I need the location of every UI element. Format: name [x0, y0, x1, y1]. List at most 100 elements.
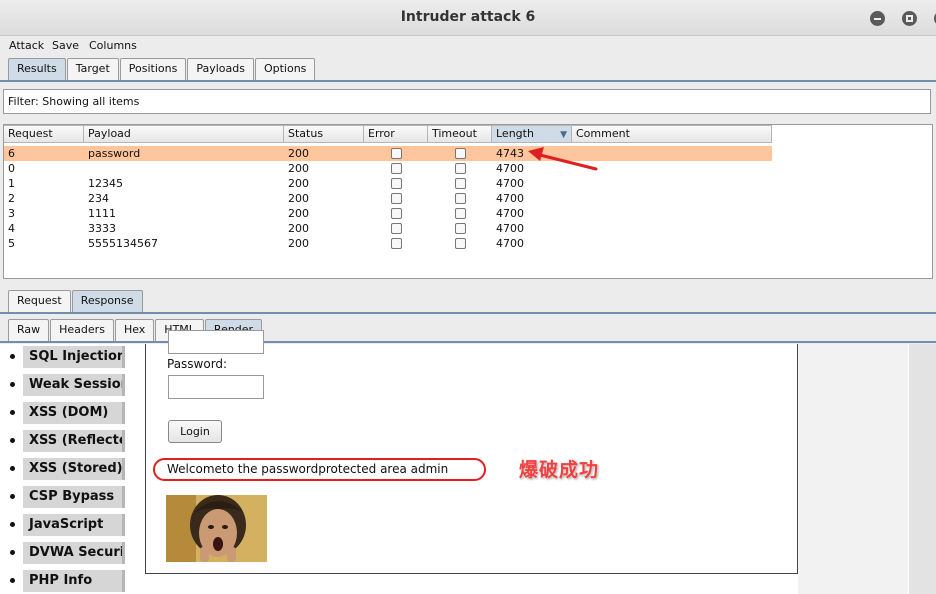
- payload-cell: [84, 161, 284, 176]
- tab-target[interactable]: Target: [66, 58, 119, 80]
- maximize-icon[interactable]: [902, 11, 917, 26]
- timeout-checkbox[interactable]: [454, 238, 466, 249]
- password-field[interactable]: [168, 375, 264, 399]
- menu-save[interactable]: Save: [52, 39, 79, 52]
- request-cell: 2: [8, 192, 15, 205]
- bullet-icon: [10, 550, 15, 555]
- status-cell: 200: [288, 207, 309, 220]
- error-checkbox[interactable]: [390, 193, 402, 204]
- tab-positions[interactable]: Positions: [119, 58, 187, 80]
- bullet-icon: [10, 382, 15, 387]
- table-row[interactable]: 1 12345 200 4700: [4, 176, 772, 191]
- error-cell: [364, 191, 428, 206]
- minimize-icon[interactable]: [870, 11, 885, 26]
- menu-bar: Attack Save Columns: [0, 36, 936, 56]
- tab-options[interactable]: Options: [254, 58, 316, 80]
- payload-cell: 12345: [88, 177, 123, 190]
- payload-cell: 1111: [88, 207, 116, 220]
- table-header: Request Payload Status Error Timeout Len…: [4, 125, 772, 143]
- comment-cell: [572, 206, 772, 221]
- request-cell: 4: [8, 222, 15, 235]
- status-cell: 200: [288, 147, 309, 160]
- tab-hex[interactable]: Hex: [114, 319, 155, 341]
- length-cell: 4700: [496, 222, 524, 235]
- table-row[interactable]: 4 3333 200 4700: [4, 221, 772, 236]
- timeout-checkbox[interactable]: [454, 163, 466, 174]
- error-checkbox[interactable]: [390, 178, 402, 189]
- timeout-cell: [428, 221, 492, 236]
- timeout-cell: [428, 206, 492, 221]
- filter-bar[interactable]: Filter: Showing all items: [3, 89, 931, 114]
- tab-request[interactable]: Request: [8, 290, 71, 312]
- dvwa-menu-label: XSS (Stored): [23, 458, 125, 480]
- payload-cell: 3333: [88, 222, 116, 235]
- error-checkbox[interactable]: [390, 208, 402, 219]
- table-row[interactable]: 3 1111 200 4700: [4, 206, 772, 221]
- error-checkbox[interactable]: [390, 163, 402, 174]
- render-margin: [798, 344, 908, 594]
- status-cell: 200: [288, 222, 309, 235]
- dvwa-menu-label: XSS (DOM): [23, 402, 125, 424]
- username-field[interactable]: [168, 330, 264, 354]
- tab-response[interactable]: Response: [71, 290, 143, 312]
- tab-divider: [0, 80, 936, 82]
- tab-payloads[interactable]: Payloads: [187, 58, 254, 80]
- timeout-checkbox[interactable]: [454, 178, 466, 189]
- column-header-timeout[interactable]: Timeout: [428, 125, 492, 143]
- table-row[interactable]: 6 password 200 4743: [4, 146, 772, 161]
- bullet-icon: [10, 438, 15, 443]
- error-cell: [364, 161, 428, 176]
- payload-cell: 5555134567: [88, 237, 158, 250]
- error-checkbox[interactable]: [390, 148, 402, 159]
- table-row[interactable]: 0 200 4700: [4, 161, 772, 176]
- timeout-checkbox[interactable]: [454, 208, 466, 219]
- menu-columns[interactable]: Columns: [89, 39, 137, 52]
- timeout-cell: [428, 161, 492, 176]
- column-header-request[interactable]: Request: [4, 125, 84, 143]
- column-header-payload[interactable]: Payload: [84, 125, 284, 143]
- tab-headers[interactable]: Headers: [50, 319, 114, 341]
- dvwa-menu-label: DVWA Security: [23, 542, 125, 564]
- length-cell: 4700: [496, 237, 524, 250]
- render-scrollbar[interactable]: [909, 344, 936, 594]
- message-tab-divider: [0, 312, 936, 314]
- bullet-icon: [10, 578, 15, 583]
- request-cell: 0: [8, 162, 15, 175]
- timeout-checkbox[interactable]: [454, 148, 466, 159]
- tab-raw[interactable]: Raw: [8, 319, 50, 341]
- dvwa-menu-label: XSS (Reflected): [23, 430, 125, 452]
- bullet-icon: [10, 354, 15, 359]
- timeout-checkbox[interactable]: [454, 193, 466, 204]
- main-tabs: Results Target Positions Payloads Option…: [8, 58, 316, 80]
- login-button[interactable]: Login: [168, 420, 222, 443]
- timeout-cell: [428, 146, 492, 161]
- timeout-checkbox[interactable]: [454, 223, 466, 234]
- status-cell: 200: [288, 162, 309, 175]
- table-row[interactable]: 5 5555134567 200 4700: [4, 236, 772, 251]
- window-title: Intruder attack 6: [400, 9, 536, 25]
- table-row[interactable]: 2 234 200 4700: [4, 191, 772, 206]
- column-header-error[interactable]: Error: [364, 125, 428, 143]
- menu-attack[interactable]: Attack: [9, 39, 44, 52]
- error-cell: [364, 221, 428, 236]
- error-cell: [364, 206, 428, 221]
- comment-cell: [572, 221, 772, 236]
- message-tabs: Request Response: [8, 290, 144, 312]
- timeout-cell: [428, 176, 492, 191]
- bullet-icon: [10, 522, 15, 527]
- timeout-cell: [428, 191, 492, 206]
- error-checkbox[interactable]: [390, 223, 402, 234]
- request-cell: 1: [8, 177, 15, 190]
- error-checkbox[interactable]: [390, 238, 402, 249]
- password-label: Password:: [167, 357, 228, 371]
- success-annotation: 爆破成功: [519, 459, 600, 481]
- comment-cell: [572, 236, 772, 251]
- request-cell: 5: [8, 237, 15, 250]
- comment-cell: [572, 191, 772, 206]
- status-cell: 200: [288, 192, 309, 205]
- timeout-cell: [428, 236, 492, 251]
- dvwa-login-content: Password: Login Welcometo the passwordpr…: [145, 330, 798, 574]
- bullet-icon: [10, 494, 15, 499]
- column-header-status[interactable]: Status: [284, 125, 364, 143]
- tab-results[interactable]: Results: [8, 58, 66, 80]
